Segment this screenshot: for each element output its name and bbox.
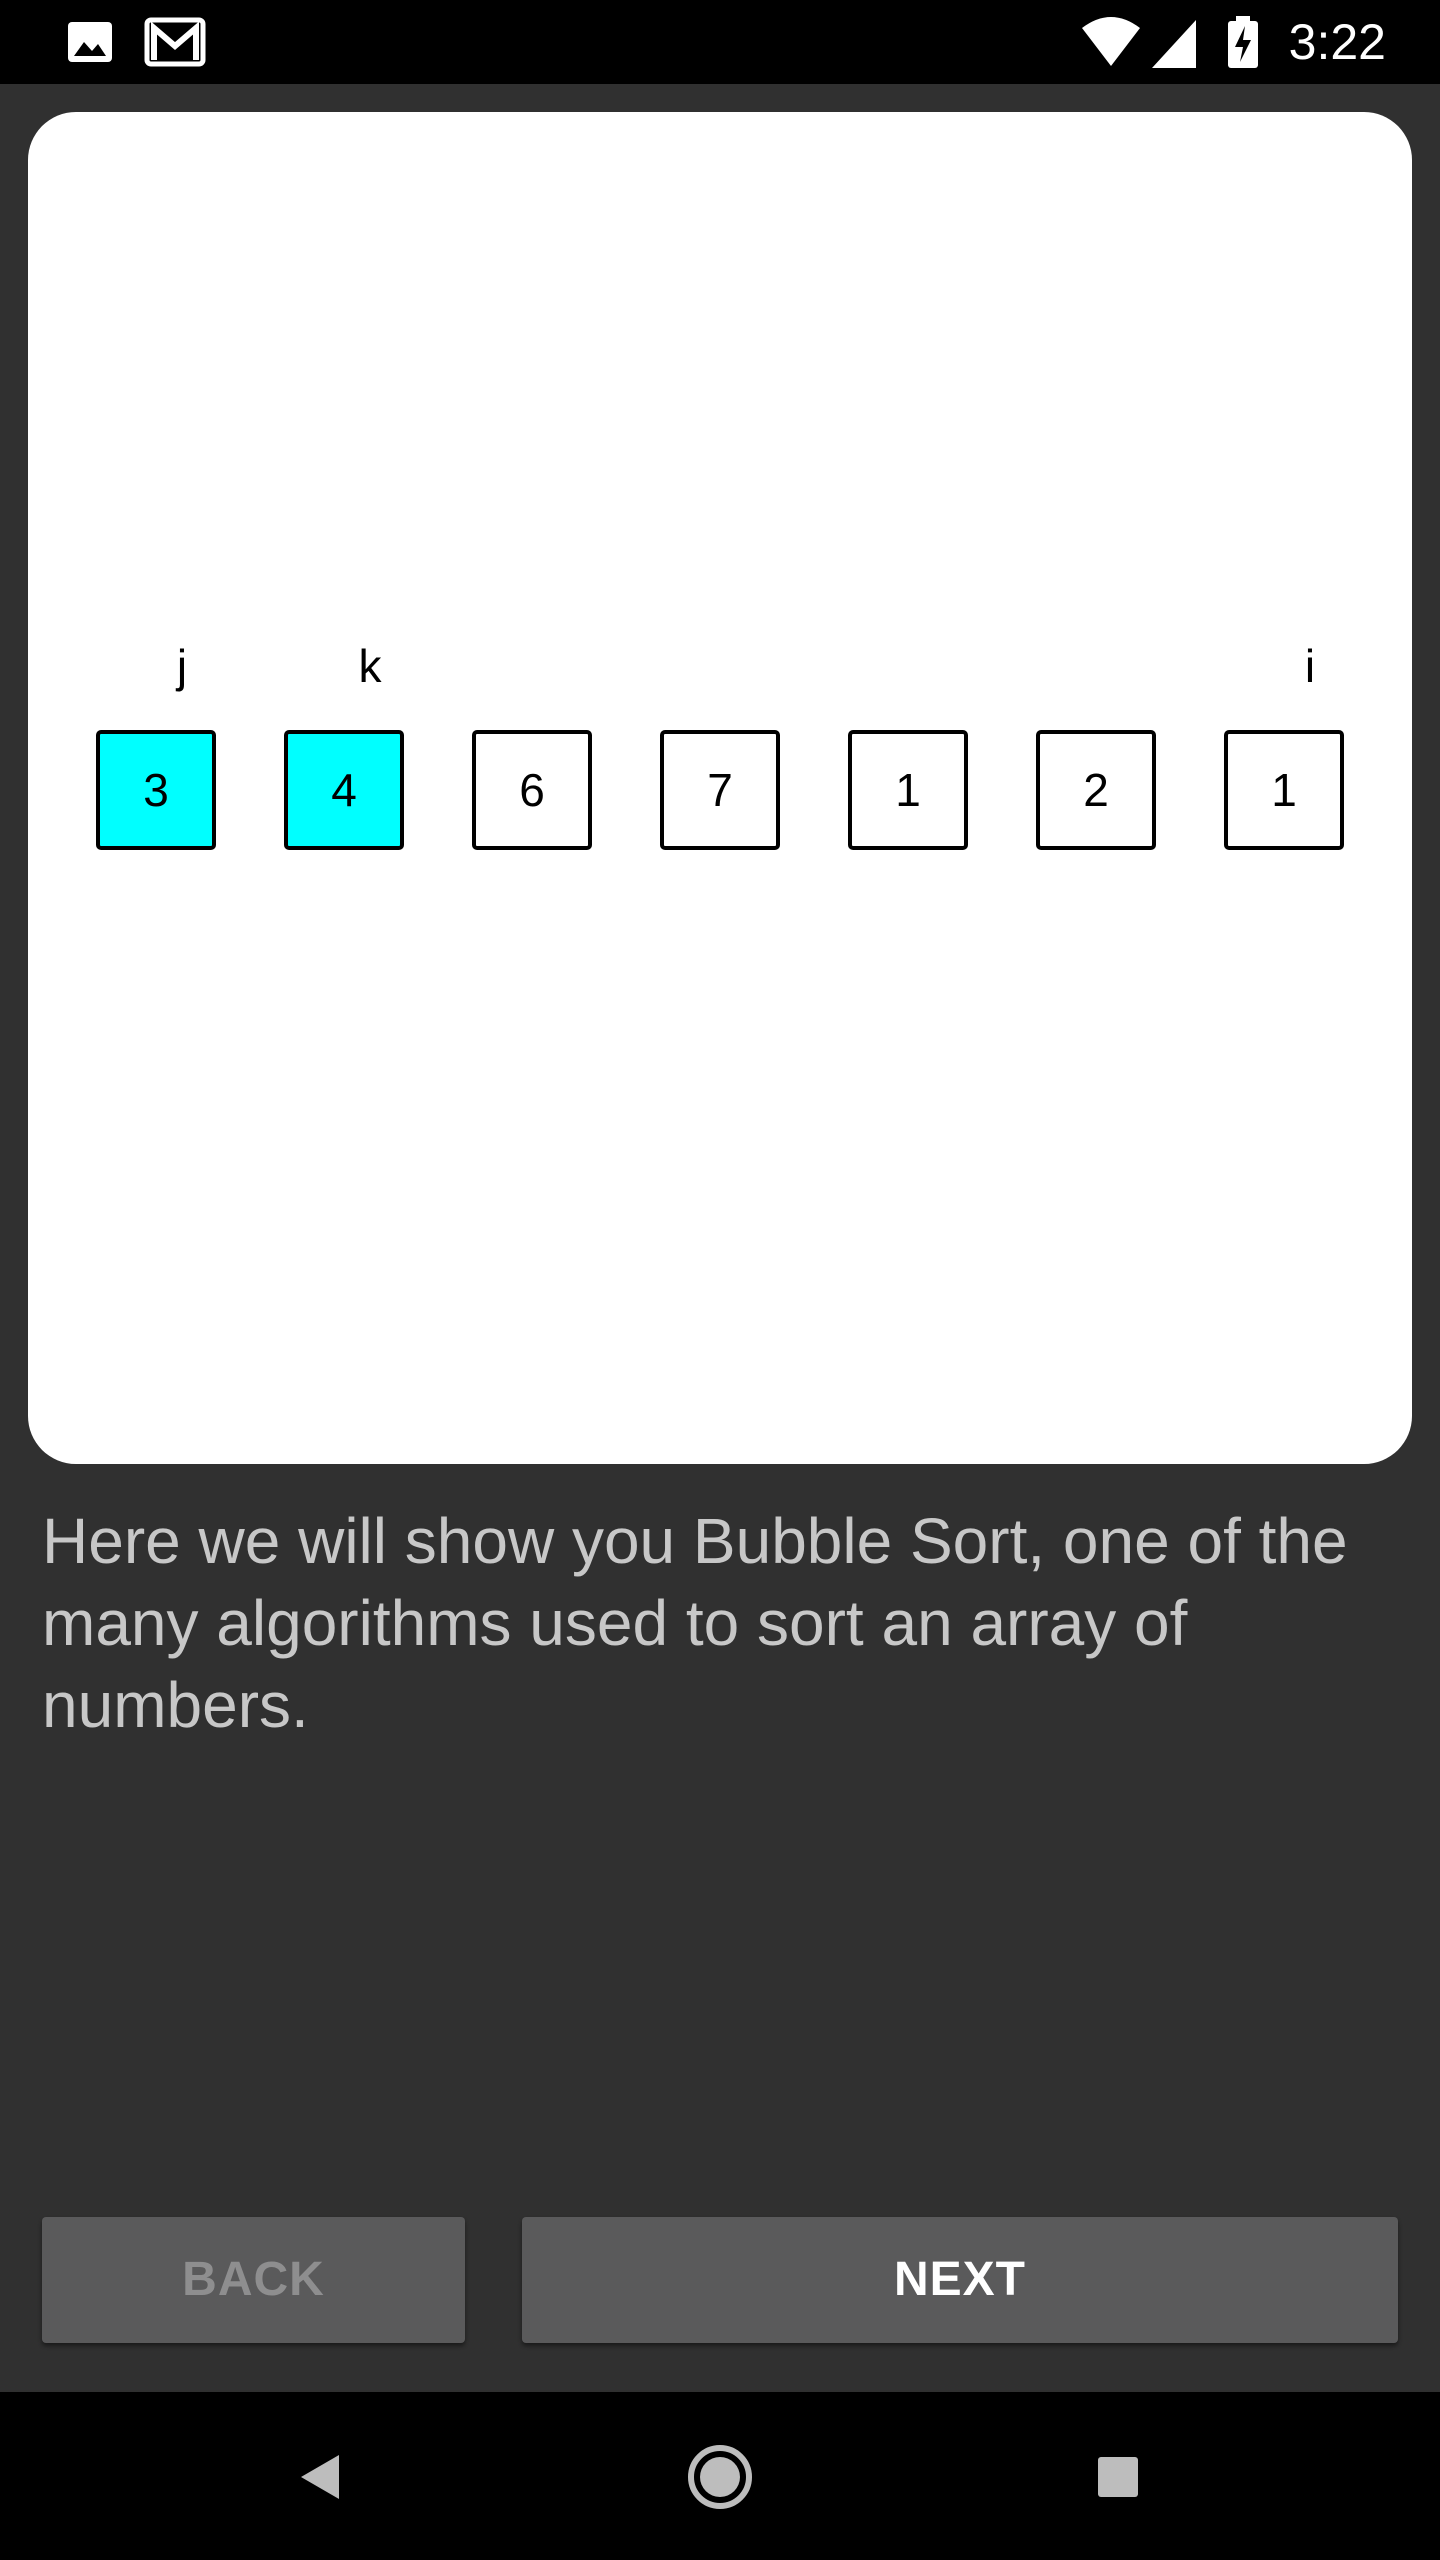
status-bar: 3:22 xyxy=(0,0,1440,84)
array-cell: 2 xyxy=(1036,730,1156,850)
array-cell: 1 xyxy=(1224,730,1344,850)
gmail-icon xyxy=(144,17,206,67)
pointer-label-k: k xyxy=(358,640,382,692)
battery-charging-icon xyxy=(1228,16,1258,68)
visualization-card: j k i 3 4 6 7 1 2 1 xyxy=(28,112,1412,1464)
array-cell: 6 xyxy=(472,730,592,850)
pointer-label-j: j xyxy=(176,640,188,692)
array-cell: 3 xyxy=(96,730,216,850)
array-cell: 7 xyxy=(660,730,780,850)
pointer-label-i: i xyxy=(1304,640,1316,692)
image-notification-icon xyxy=(68,22,112,62)
wifi-icon xyxy=(1082,17,1140,66)
navigation-bar xyxy=(0,2392,1440,2560)
array-cell: 1 xyxy=(848,730,968,850)
next-button[interactable]: NEXT xyxy=(522,2217,1398,2343)
cell-signal-icon xyxy=(1152,20,1196,68)
recents-square-icon[interactable] xyxy=(1063,2422,1173,2532)
home-circle-icon[interactable] xyxy=(665,2422,775,2532)
back-button[interactable]: BACK xyxy=(42,2217,465,2343)
status-time: 3:22 xyxy=(1288,14,1386,70)
array-cell: 4 xyxy=(284,730,404,850)
description-text: Here we will show you Bubble Sort, one o… xyxy=(42,1505,1348,1741)
back-triangle-icon[interactable] xyxy=(267,2422,377,2532)
